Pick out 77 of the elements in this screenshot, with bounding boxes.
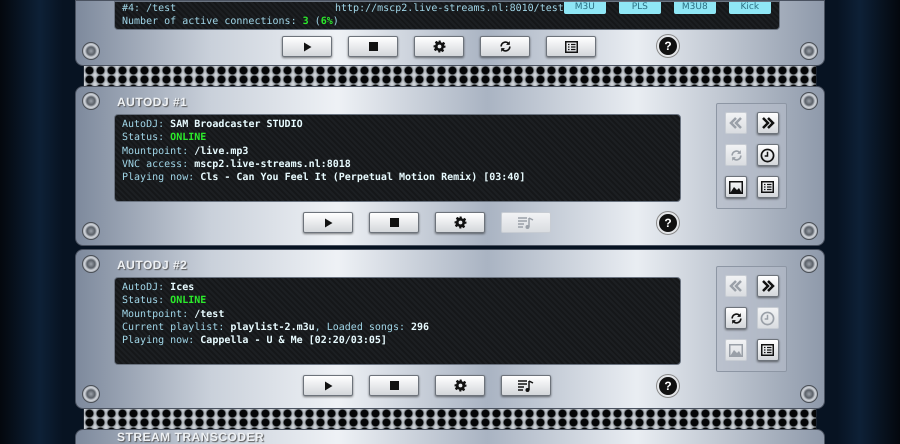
play-button[interactable]: [303, 212, 353, 233]
refresh-icon: [730, 312, 742, 324]
playlist-link[interactable]: M3U: [564, 2, 606, 14]
play-button[interactable]: [282, 36, 332, 57]
screw-icon: [82, 385, 100, 403]
stop-button[interactable]: [369, 375, 419, 396]
play-icon: [301, 40, 313, 52]
console-line: Number of active connections: 3 (6%): [122, 15, 340, 29]
music-list-icon: [517, 378, 535, 392]
console-line: Status: ONLINE: [122, 294, 208, 308]
console-line: AutoDJ: Ices: [122, 281, 196, 294]
help-button[interactable]: ?: [657, 212, 679, 234]
playlist-link[interactable]: M3U8: [674, 2, 716, 14]
refresh-button[interactable]: [725, 307, 747, 329]
panel-title: STREAM TRANSCODER: [117, 431, 264, 443]
picture-icon: [729, 344, 743, 356]
play-button[interactable]: [303, 375, 353, 396]
gear-button[interactable]: [435, 212, 485, 233]
gear-button[interactable]: [414, 36, 464, 57]
play-icon: [322, 216, 334, 228]
play-icon: [322, 380, 334, 392]
stop-icon: [388, 217, 400, 228]
panel-title: AUTODJ #2: [117, 257, 188, 274]
help-button[interactable]: ?: [657, 35, 679, 57]
double-chevron-right-icon: [760, 280, 774, 292]
console-line: Playing now: Cls - Can You Feel It (Perpetual Motion Remix) [03:40]: [122, 171, 526, 184]
clock-icon: [760, 148, 775, 162]
picture-button[interactable]: [725, 176, 747, 198]
console-line: VNC access: mscp2.live-streams.nl:8018: [122, 158, 352, 172]
screw-icon: [800, 222, 818, 240]
list-icon: [761, 181, 774, 193]
stream-url: http://mscp2.live-streams.nl:8010/test: [335, 2, 564, 16]
screw-icon: [800, 92, 818, 110]
double-chevron-right-icon: [760, 117, 774, 129]
list-button[interactable]: [756, 339, 778, 361]
panel-title: AUTODJ #1: [117, 94, 188, 111]
settings-icon: [454, 379, 466, 392]
console-line: AutoDJ: SAM Broadcaster STUDIO: [122, 118, 304, 132]
console-line: Mountpoint: /test: [122, 308, 226, 321]
screw-icon: [82, 42, 100, 60]
double-chevron-left-icon: [729, 117, 743, 129]
stop-button[interactable]: [369, 212, 419, 233]
playlist-link[interactable]: Kick: [728, 2, 771, 14]
list-button[interactable]: [756, 176, 778, 198]
console-line: Playing now: Cappella - U & Me [02:20/03:05]: [122, 334, 388, 348]
stop-icon: [388, 380, 400, 391]
screw-icon: [800, 385, 818, 403]
screw-icon: [800, 255, 818, 273]
list-button[interactable]: [546, 36, 596, 57]
picture-icon: [729, 180, 743, 194]
playlist-link[interactable]: PLS: [618, 2, 661, 14]
clock-button[interactable]: [756, 144, 778, 166]
settings-icon: [432, 40, 446, 53]
screw-icon: [82, 92, 100, 110]
clock-icon: [760, 310, 775, 326]
help-button[interactable]: ?: [657, 375, 679, 397]
screw-icon: [82, 222, 100, 240]
playlist-button[interactable]: [501, 375, 551, 396]
console-line: Mountpoint: /live.mp3: [122, 144, 250, 158]
list-icon: [564, 40, 578, 52]
gear-button[interactable]: [435, 375, 485, 396]
refresh-button[interactable]: [480, 36, 530, 57]
screw-icon: [82, 255, 100, 273]
screw-icon: [800, 42, 818, 60]
refresh-icon: [730, 148, 742, 162]
forward-button[interactable]: [756, 275, 778, 297]
console-line: Status: ONLINE: [122, 131, 208, 145]
console-line: Current playlist: playlist-2.m3u, Loaded songs: 296: [122, 320, 430, 334]
stop-button[interactable]: [348, 36, 398, 57]
list-icon: [761, 344, 774, 356]
double-chevron-left-icon: [729, 280, 743, 292]
refresh-icon: [498, 40, 512, 53]
settings-icon: [454, 216, 466, 229]
forward-button[interactable]: [756, 112, 778, 134]
mount-label: #4: /test: [122, 2, 178, 16]
music-list-icon: [517, 216, 535, 230]
stop-icon: [368, 41, 378, 52]
